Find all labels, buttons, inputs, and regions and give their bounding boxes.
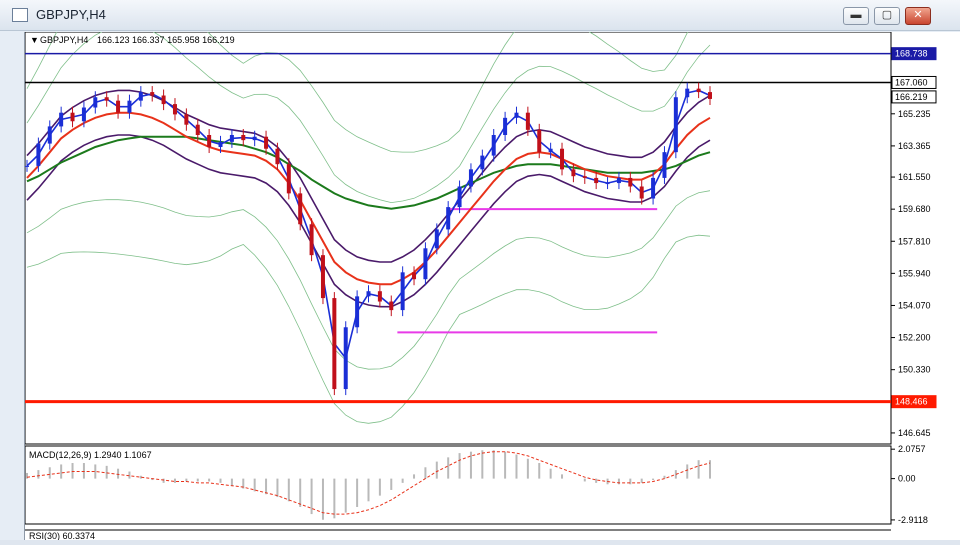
price-tick-label: 155.940 (898, 268, 931, 278)
candle-body (116, 100, 121, 113)
candle-body (320, 255, 325, 299)
candle-body (548, 148, 553, 153)
main-plot-frame (24, 31, 892, 445)
macd-label: MACD(12,26,9) 1.2940 1.1067 (29, 450, 152, 460)
candle-body (480, 155, 485, 170)
candle-body (639, 186, 644, 199)
candle-body (457, 186, 462, 208)
candle-body (446, 207, 451, 230)
candle-body (514, 112, 519, 118)
candle-body (93, 97, 98, 108)
candle-body (229, 135, 234, 142)
candle-body (708, 92, 712, 99)
candle-body (25, 165, 29, 167)
candle-body (571, 169, 576, 177)
candle-body (298, 193, 303, 225)
candle-body (389, 301, 394, 311)
price-axis: 165.235 163.365 161.550 159.680 157.810 155.9… (891, 47, 937, 438)
candle-body (594, 177, 599, 184)
collapse-triangle-icon[interactable]: ▼ (30, 35, 39, 45)
price-tick-label: 163.365 (898, 141, 931, 151)
candle-body (412, 272, 417, 280)
price-tick-label: 154.070 (898, 300, 931, 310)
candle-body (582, 176, 587, 178)
candle-body (605, 183, 610, 185)
candle-body (400, 272, 405, 311)
price-tick-label: 146.645 (898, 428, 931, 438)
candle-body (252, 136, 257, 141)
window-title: GBPJPY,H4 (36, 7, 106, 22)
candle-body (628, 177, 633, 187)
candle-body (184, 114, 189, 125)
macd-tick-label: 2.0757 (898, 444, 926, 454)
candle-body (47, 126, 52, 144)
chart-window-icon (12, 8, 28, 22)
macd-plot-frame (24, 445, 892, 525)
window-titlebar[interactable]: GBPJPY,H4 ▬ ▢ ✕ (0, 0, 960, 31)
candle-body (161, 95, 166, 105)
price-tick-label: 159.680 (898, 204, 931, 214)
candle-body (434, 229, 439, 249)
candle-body (503, 117, 508, 135)
macd-tick-label: 0.00 (898, 474, 916, 484)
support_red-price-label: 148.466 (895, 397, 928, 407)
candle-body (172, 104, 177, 115)
price-tick-label: 150.330 (898, 365, 931, 375)
candle-body (332, 298, 337, 390)
candle-body (218, 141, 223, 148)
candle-body (525, 112, 530, 130)
candle-body (195, 124, 200, 135)
chart-ohlc: 166.123 166.337 165.958 166.219 (97, 35, 235, 45)
candle-body (355, 296, 360, 328)
candle-body (537, 129, 542, 153)
candle-body (275, 148, 280, 165)
price-tick-label: 152.200 (898, 333, 931, 343)
candle-body (423, 248, 428, 280)
chart-area[interactable]: 2.0757 0.00 -2.9118 165.235 163.365 161.550 1… (24, 0, 960, 541)
candle-body (70, 112, 75, 122)
candle-body (286, 164, 291, 194)
price-chart-svg: 2.07570.00-2.9118 165.235163.365161.5501… (24, 0, 937, 541)
candle-body (81, 107, 86, 122)
minimize-button[interactable]: ▬ (843, 7, 869, 25)
candle-body (264, 136, 269, 149)
candle-body (241, 135, 246, 141)
chart-symbol: GBPJPY,H4 (40, 35, 88, 45)
candle-body (685, 88, 690, 98)
current-price-label: 166.219 (895, 92, 928, 102)
level_black-price-label: 167.060 (895, 77, 928, 87)
candle-body (104, 97, 109, 101)
candle-body (377, 291, 382, 302)
maximize-button[interactable]: ▢ (874, 7, 900, 25)
rsi-label: RSI(30) 60.3374 (29, 531, 95, 540)
candle-body (343, 327, 348, 390)
price-tick-label: 157.810 (898, 236, 931, 246)
candle-body (491, 135, 496, 156)
candle-body (59, 112, 64, 127)
candle-body (36, 143, 41, 166)
candle-body (662, 152, 667, 178)
candle-body (309, 224, 314, 256)
candle-body (673, 97, 678, 153)
candle-body (696, 88, 701, 93)
price-tick-label: 165.235 (898, 109, 931, 119)
terminal-window: GBPJPY,H4 ▬ ▢ ✕ 2.0757 0.00 -2.9118 165.23… (0, 0, 960, 541)
candle-body (207, 135, 212, 148)
close-button[interactable]: ✕ (905, 7, 931, 25)
candle-body (138, 92, 143, 101)
candle-body (616, 177, 621, 184)
candle-body (468, 169, 473, 187)
macd-tick-label: -2.9118 (898, 515, 928, 525)
resistance_blue-price-label: 168.738 (895, 49, 928, 59)
candle-body (366, 291, 371, 297)
candle-body (127, 100, 132, 113)
candle-body (651, 177, 656, 199)
candle-body (150, 92, 155, 96)
price-tick-label: 161.550 (898, 172, 931, 182)
candle-body (560, 148, 565, 170)
